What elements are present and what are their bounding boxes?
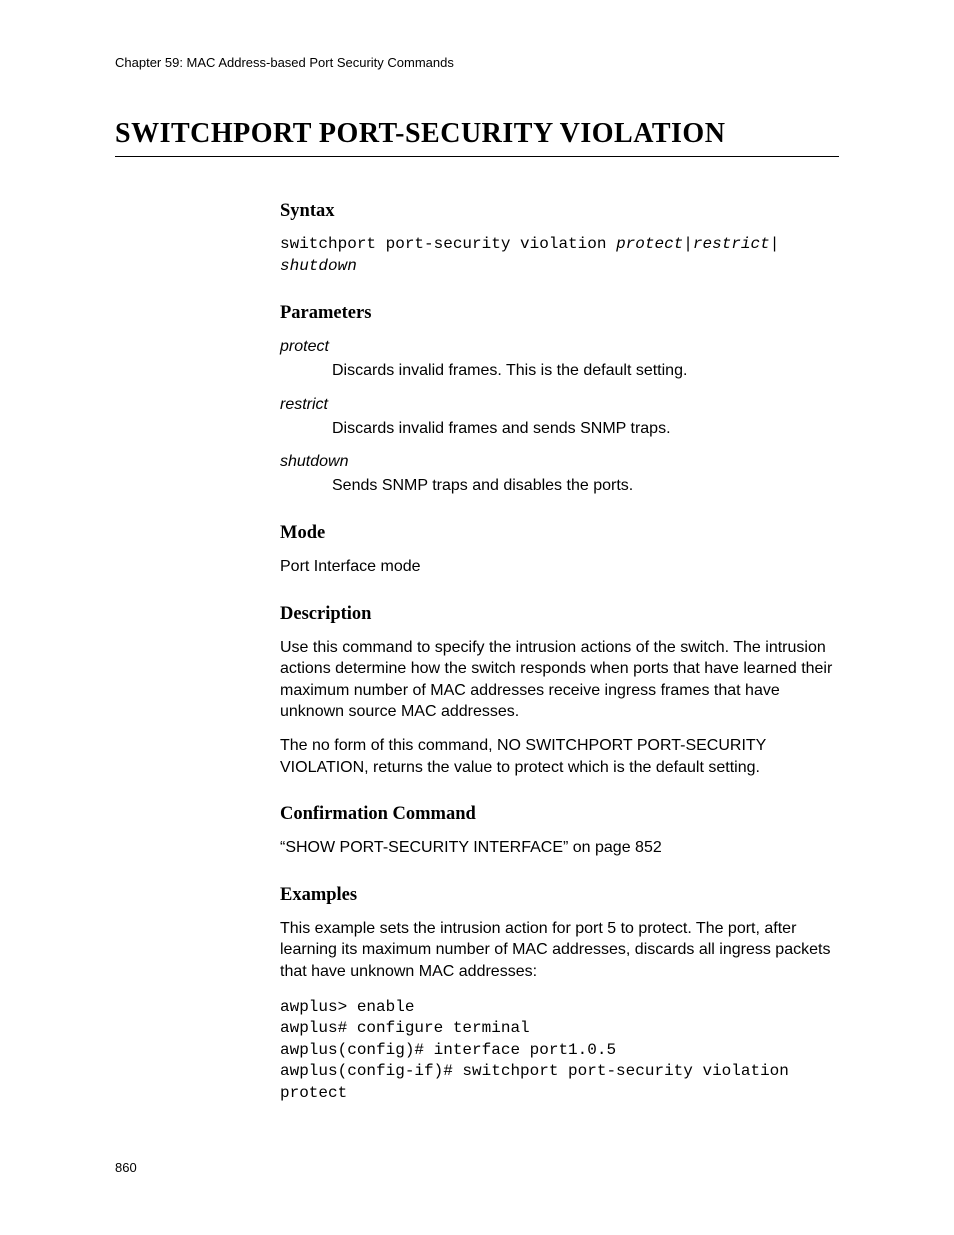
param-term: protect: [280, 338, 839, 356]
syntax-arg-shutdown: shutdown: [280, 257, 357, 275]
syntax-command: switchport port-security violation prote…: [280, 234, 839, 277]
syntax-fixed: switchport port-security violation: [280, 235, 616, 253]
description-heading: Description: [280, 604, 839, 625]
examples-heading: Examples: [280, 885, 839, 906]
param-desc: Discards invalid frames and sends SNMP t…: [332, 418, 839, 440]
examples-intro: This example sets the intrusion action f…: [280, 918, 839, 983]
syntax-arg-protect: protect: [616, 235, 683, 253]
parameters-heading: Parameters: [280, 303, 839, 324]
description-p1: Use this command to specify the intrusio…: [280, 637, 839, 723]
syntax-sep: |: [770, 235, 780, 253]
confirmation-heading: Confirmation Command: [280, 804, 839, 825]
param-term: shutdown: [280, 453, 839, 471]
param-desc: Discards invalid frames. This is the def…: [332, 360, 839, 382]
syntax-heading: Syntax: [280, 201, 839, 222]
mode-text: Port Interface mode: [280, 556, 839, 578]
param-term: restrict: [280, 396, 839, 414]
content-area: Syntax switchport port-security violatio…: [280, 201, 839, 1104]
syntax-sep: |: [683, 235, 693, 253]
chapter-header: Chapter 59: MAC Address-based Port Secur…: [115, 55, 839, 70]
examples-code: awplus> enable awplus# configure termina…: [280, 997, 839, 1105]
syntax-arg-restrict: restrict: [693, 235, 770, 253]
mode-heading: Mode: [280, 523, 839, 544]
description-p2: The no form of this command, NO SWITCHPO…: [280, 735, 839, 778]
page-title: SWITCHPORT PORT-SECURITY VIOLATION: [115, 118, 839, 157]
confirmation-text: “SHOW PORT-SECURITY INTERFACE” on page 8…: [280, 837, 839, 859]
param-desc: Sends SNMP traps and disables the ports.: [332, 475, 839, 497]
page-number: 860: [115, 1160, 137, 1175]
